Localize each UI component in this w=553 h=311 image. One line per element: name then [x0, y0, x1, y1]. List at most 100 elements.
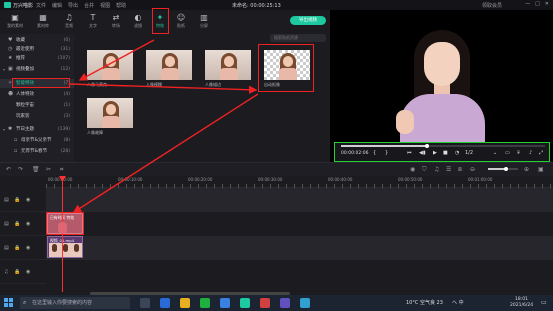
- sidebar-item-player-style[interactable]: 玩家装 (3): [0, 112, 74, 121]
- crop-icon[interactable]: ⌗: [60, 166, 63, 174]
- play-icon[interactable]: ▶: [433, 150, 437, 156]
- wechat-icon[interactable]: [200, 298, 210, 308]
- track-header-3: ▤ 🔒 ◉: [0, 236, 46, 260]
- snap-icon[interactable]: ⧈: [458, 166, 462, 174]
- export-button[interactable]: 导出视频: [290, 16, 326, 25]
- mic-icon[interactable]: ♫: [434, 166, 439, 173]
- tool-text[interactable]: T 文字: [82, 12, 104, 32]
- windows-start-icon[interactable]: [4, 298, 14, 308]
- stop-icon[interactable]: ■: [443, 150, 448, 156]
- undo-icon[interactable]: ↶: [6, 166, 11, 173]
- folder-icon: ▫: [14, 148, 18, 154]
- menu-file[interactable]: 文件: [36, 2, 46, 9]
- lock-icon[interactable]: 🔒: [14, 269, 20, 275]
- volume-icon[interactable]: ◔: [455, 150, 459, 156]
- sidebar-item-holiday-theme[interactable]: ▾ ✱ 节日主题 (139): [0, 125, 74, 134]
- effect-label: 人像描边: [205, 82, 221, 87]
- edge-browser-icon[interactable]: [160, 298, 170, 308]
- eye-icon[interactable]: ◉: [26, 197, 30, 203]
- speaker-icon[interactable]: ♪: [529, 150, 532, 156]
- tool-stock-media[interactable]: ▦ 素材库: [32, 12, 54, 32]
- video-clip[interactable]: 视频_01.mp4: [47, 236, 83, 258]
- tool-audio[interactable]: ♫ 音频: [58, 12, 80, 32]
- minimize-icon[interactable]: —: [525, 1, 530, 7]
- star-icon: ★: [8, 55, 13, 61]
- effect-label: 人像马赛克: [87, 82, 107, 87]
- sidebar-item-video-overlay[interactable]: ▾ ▣ 视频叠加 (12): [0, 65, 74, 74]
- prev-frame-icon[interactable]: ⏮: [407, 150, 412, 156]
- effects-search-input[interactable]: 搜索贴纸资源: [270, 34, 326, 42]
- effect-thumb-portrait-blur[interactable]: [146, 50, 192, 80]
- maximize-icon[interactable]: □: [535, 1, 540, 7]
- notification-icon[interactable]: ▭: [541, 299, 547, 306]
- member-link[interactable]: 领取会员: [482, 2, 502, 9]
- sidebar-item-particle-universe[interactable]: 颗粒宇宙 (1): [0, 101, 74, 110]
- step-back-icon[interactable]: ◀▮: [419, 150, 426, 156]
- weather-widget[interactable]: 10°C 空气良 23: [406, 299, 443, 306]
- menu-export[interactable]: 导出: [68, 2, 78, 9]
- zoom-in-icon[interactable]: ⊕: [524, 166, 529, 173]
- menu-view[interactable]: 视图: [100, 2, 110, 9]
- sidebar-item-lantern-spring-festival[interactable]: ▫ 元宵节&春节 (28): [0, 147, 74, 156]
- delete-icon[interactable]: 🗑: [32, 166, 40, 173]
- sidebar-item-mothers-fathers-day[interactable]: ▫ 母亲节&父亲节 (8): [0, 136, 74, 145]
- progress-knob[interactable]: [424, 144, 429, 148]
- sidebar-item-recommended[interactable]: ★ 推荐 (107): [0, 54, 74, 63]
- app-icon[interactable]: [260, 298, 270, 308]
- clock[interactable]: 18:01 2021/6/24: [510, 297, 533, 309]
- track-row-2[interactable]: [46, 212, 553, 236]
- menu-help[interactable]: 帮助: [116, 2, 126, 9]
- video-editor-taskbar-icon[interactable]: [240, 298, 250, 308]
- tool-split-screen[interactable]: ▥ 分屏: [193, 12, 215, 32]
- bracket-in-icon[interactable]: {: [373, 150, 376, 156]
- close-icon[interactable]: ✕: [545, 1, 549, 7]
- fit-icon[interactable]: ▣: [538, 166, 544, 173]
- lock-icon[interactable]: 🔒: [14, 245, 20, 251]
- tool-transition[interactable]: ⇄ 转场: [105, 12, 127, 32]
- sidebar-item-body-effects[interactable]: ☻ 人体特效 (4): [0, 90, 74, 99]
- store-icon[interactable]: [220, 298, 230, 308]
- screen-icon[interactable]: ▭: [505, 150, 510, 156]
- video-preview[interactable]: [330, 10, 553, 162]
- overlay-icon: ▣: [8, 66, 13, 72]
- timeline-zoom-slider[interactable]: [488, 167, 518, 171]
- system-tray[interactable]: へ 中: [452, 299, 464, 306]
- shield-icon[interactable]: ⛉: [422, 166, 427, 174]
- tool-filter[interactable]: ◐ 滤镜: [127, 12, 149, 32]
- app-icon[interactable]: [300, 298, 310, 308]
- taskbar-search-input[interactable]: ⌕ 在这里输入你要搜索的内容: [20, 297, 130, 309]
- menu-merge[interactable]: 合并: [84, 2, 94, 9]
- redo-icon[interactable]: ↷: [18, 166, 23, 173]
- sidebar-item-favorites[interactable]: ♥ 收藏 (0): [0, 36, 74, 45]
- chevron-down-icon[interactable]: ⌄: [493, 150, 497, 156]
- lock-icon[interactable]: 🔒: [14, 221, 20, 227]
- app-icon[interactable]: [280, 298, 290, 308]
- fullscreen-icon[interactable]: ⤢: [539, 150, 543, 156]
- cut-icon[interactable]: ✂: [46, 166, 51, 173]
- speaker-icon[interactable]: ◉: [26, 245, 30, 251]
- effect-thumb-portrait-outline[interactable]: [205, 50, 251, 80]
- tool-stickers[interactable]: ☺ 贴纸: [170, 12, 192, 32]
- zoom-out-icon[interactable]: ⊖: [470, 166, 475, 173]
- playback-progress-bar[interactable]: [341, 144, 545, 148]
- ratio-select[interactable]: 1/2: [465, 150, 473, 156]
- track-row-1[interactable]: [46, 188, 553, 212]
- effect-thumb-portrait-mosaic[interactable]: [87, 50, 133, 80]
- list-icon[interactable]: ☰: [446, 166, 451, 173]
- track-row-3[interactable]: [46, 236, 553, 260]
- zoom-knob[interactable]: [504, 167, 508, 171]
- sidebar-item-recent[interactable]: ◷ 最近使用 (31): [0, 45, 74, 54]
- track-row-4[interactable]: [46, 260, 553, 284]
- bracket-out-icon[interactable]: }: [385, 150, 388, 156]
- timeline-ruler[interactable]: 00:00:00:00 00:00:10:00 00:00:20:00 00:00:3…: [46, 176, 553, 188]
- file-explorer-icon[interactable]: [180, 298, 190, 308]
- effect-thumb-portrait-glitch[interactable]: [87, 98, 133, 128]
- tool-my-media[interactable]: ▣ 我的素材: [4, 12, 26, 32]
- camera-icon[interactable]: ⌾: [517, 150, 520, 156]
- marker-icon[interactable]: ◉: [410, 166, 415, 173]
- menu-edit[interactable]: 编辑: [52, 2, 62, 9]
- task-view-icon[interactable]: [140, 298, 150, 308]
- speaker-icon[interactable]: ◉: [26, 269, 30, 275]
- lock-icon[interactable]: 🔒: [14, 197, 20, 203]
- eye-icon[interactable]: ◉: [26, 221, 30, 227]
